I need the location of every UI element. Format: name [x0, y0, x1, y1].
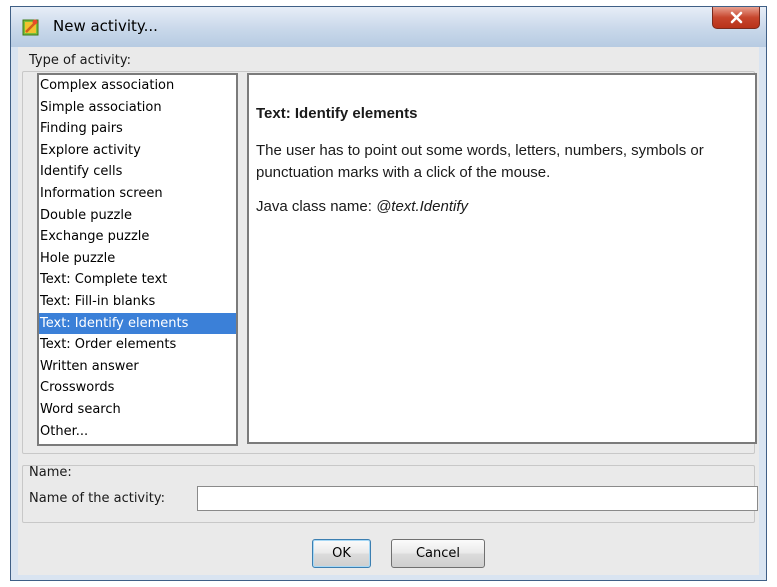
name-section-label: Name:	[29, 465, 72, 480]
java-class-name: @text.Identify	[376, 198, 468, 215]
activity-type-item[interactable]: Identify cells	[39, 161, 236, 183]
new-activity-dialog: New activity... Type of activity: Comple…	[10, 6, 767, 581]
activity-type-item[interactable]: Word search	[39, 399, 236, 421]
activity-type-item[interactable]: Written answer	[39, 356, 236, 378]
window-title: New activity...	[53, 17, 158, 35]
activity-type-list[interactable]: Complex association Simple association Fin…	[37, 73, 238, 446]
activity-type-item[interactable]: Explore activity	[39, 140, 236, 162]
activity-type-item[interactable]: Text: Order elements	[39, 334, 236, 356]
java-class-line: Java class name: @text.Identify	[256, 198, 755, 215]
activity-type-item[interactable]: Complex association	[39, 75, 236, 97]
activity-type-item[interactable]: Text: Fill-in blanks	[39, 291, 236, 313]
cancel-button[interactable]: Cancel	[391, 539, 485, 568]
close-button[interactable]	[712, 7, 760, 29]
description-text: The user has to point out some words, le…	[256, 142, 704, 181]
activity-type-item[interactable]: Text: Complete text	[39, 269, 236, 291]
dialog-content: Type of activity: Complex association Sim…	[18, 47, 759, 575]
activity-name-label: Name of the activity:	[29, 491, 165, 506]
activity-type-item[interactable]: Text: Identify elements	[39, 312, 236, 335]
activity-type-item[interactable]: Hole puzzle	[39, 248, 236, 270]
activity-name-input[interactable]	[197, 486, 758, 511]
activity-app-icon	[22, 19, 39, 36]
activity-type-item[interactable]: Exchange puzzle	[39, 226, 236, 248]
title-bar[interactable]: New activity...	[11, 7, 766, 47]
type-of-activity-label: Type of activity:	[29, 53, 132, 68]
close-icon	[730, 11, 743, 24]
java-class-label: Java class name:	[256, 198, 377, 215]
activity-type-item[interactable]: Double puzzle	[39, 205, 236, 227]
activity-type-item[interactable]: Other...	[39, 421, 236, 443]
activity-type-item[interactable]: Crosswords	[39, 377, 236, 399]
ok-button[interactable]: OK	[312, 539, 371, 568]
activity-type-item[interactable]: Finding pairs	[39, 118, 236, 140]
activity-type-item[interactable]: Information screen	[39, 183, 236, 205]
activity-type-item[interactable]: Simple association	[39, 97, 236, 119]
description-title: Text: Identify elements	[256, 105, 418, 122]
activity-description: Text: Identify elements The user has to …	[247, 73, 757, 444]
